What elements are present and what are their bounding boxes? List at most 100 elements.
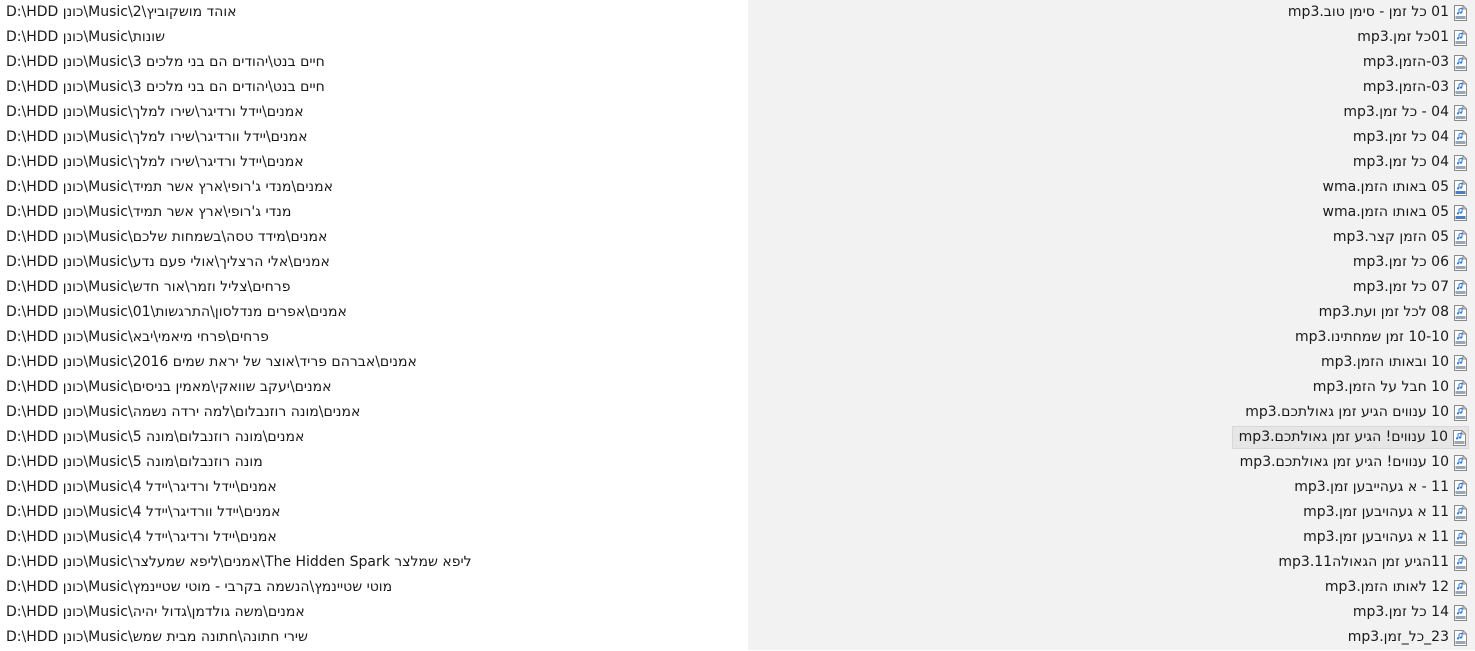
- path-cell: D:\HDD כונן\Music\אמנים\יידל ורדיגר\יידל…: [0, 525, 748, 550]
- result-row[interactable]: D:\HDD כונן\Music\אמנים\אלי הרצליך\אולי …: [0, 250, 1475, 275]
- result-row[interactable]: D:\HDD כונן\Music\אמנים\מידד טסה\בשמחות …: [0, 225, 1475, 250]
- name-cell-background: 10 ענווים! הגיע זמן גאולתכם.mp3: [748, 450, 1475, 475]
- file-name-cell[interactable]: 04 - כל זמן.mp3: [1337, 102, 1469, 123]
- file-name-cell[interactable]: 14 כל זמן.mp3: [1347, 602, 1469, 623]
- file-name-cell[interactable]: 23_כל_זמן.mp3: [1342, 627, 1469, 648]
- result-row[interactable]: D:\HDD כונן\Music\אמנים\ליפא שמעלצר\The …: [0, 550, 1475, 575]
- mp3-file-icon: [1454, 329, 1467, 346]
- file-name-cell[interactable]: 11הגיע זמן הגאולה11.mp3: [1272, 552, 1469, 573]
- file-name-cell[interactable]: 05 הזמן קצר.mp3: [1327, 227, 1469, 248]
- result-row[interactable]: D:\HDD כונן\Music\חיים בנט\יהודים הם בני…: [0, 75, 1475, 100]
- file-name-cell[interactable]: 10 ענווים! הגיע זמן גאולתכם.mp3: [1231, 426, 1469, 449]
- result-row[interactable]: D:\HDD כונן\Music\פרחים\צליל וזמר\אור חד…: [0, 275, 1475, 300]
- path-cell: D:\HDD כונן\Music\פרחים\פרחי מיאמי\יבא: [0, 325, 748, 350]
- name-cell-background: 10 חבל על הזמן.mp3: [748, 375, 1475, 400]
- result-row[interactable]: D:\HDD כונן\Music\אמנים\יידל ורדיגר\יידל…: [0, 475, 1475, 500]
- result-row[interactable]: D:\HDD כונן\Music\אמנים\מנדי ג'רופי\ארץ …: [0, 175, 1475, 200]
- file-path: D:\HDD כונן\Music\פרחים\צליל וזמר\אור חד…: [6, 279, 291, 295]
- file-name: 10 ענווים! הגיע זמן גאולתכם.mp3: [1238, 429, 1448, 445]
- name-cell-background: 05 באותו הזמן.wma: [748, 175, 1475, 200]
- file-name: 05 באותו הזמן.wma: [1322, 204, 1449, 220]
- result-row[interactable]: D:\HDD כונן\Music\אמנים\מונה רוזנבלום\למ…: [0, 400, 1475, 425]
- file-path: D:\HDD כונן\Music\אמנים\יידל וורדיגר\ייד…: [6, 504, 281, 520]
- result-row[interactable]: D:\HDD כונן\Music\אמנים\יעקב שוואקי\מאמי…: [0, 375, 1475, 400]
- file-name-cell[interactable]: 10 חבל על הזמן.mp3: [1307, 377, 1469, 398]
- file-name-cell[interactable]: 12 לאותו הזמן.mp3: [1319, 577, 1469, 598]
- result-row[interactable]: D:\HDD כונן\Music\אמנים\אפרים מנדלסון\הת…: [0, 300, 1475, 325]
- result-row[interactable]: D:\HDD כונן\Music\מונה רוזנבלום\מונה 5 10…: [0, 450, 1475, 475]
- path-cell: D:\HDD כונן\Music\אמנים\מנדי ג'רופי\ארץ …: [0, 175, 748, 200]
- mp3-file-icon: [1454, 229, 1467, 246]
- file-path: D:\HDD כונן\Music\אמנים\מונה רוזנבלום\מו…: [6, 429, 305, 445]
- file-name-cell[interactable]: 04 כל זמן.mp3: [1347, 152, 1469, 173]
- mp3-file-icon: [1454, 354, 1467, 371]
- path-cell: D:\HDD כונן\Music\אמנים\ליפא שמעלצר\The …: [0, 550, 748, 575]
- path-cell: D:\HDD כונן\Music\חיים בנט\יהודים הם בני…: [0, 75, 748, 100]
- result-row[interactable]: D:\HDD כונן\Music\אוהד מושקוביץ\2 01 כל ז…: [0, 0, 1475, 25]
- file-name-cell[interactable]: 06 כל זמן.mp3: [1347, 252, 1469, 273]
- result-row[interactable]: D:\HDD כונן\Music\אמנים\יידל ורדיגר\יידל…: [0, 525, 1475, 550]
- file-name-cell[interactable]: 04 כל זמן.mp3: [1347, 127, 1469, 148]
- name-cell-background: 08 לכל זמן ועת.mp3: [748, 300, 1475, 325]
- name-cell-background: 14 כל זמן.mp3: [748, 600, 1475, 625]
- path-cell: D:\HDD כונן\Music\אוהד מושקוביץ\2: [0, 0, 748, 25]
- file-name-cell[interactable]: 03-הזמן.mp3: [1357, 52, 1469, 73]
- name-cell-background: 10 ענווים! הגיע זמן גאולתכם.mp3: [748, 425, 1475, 450]
- name-cell-background: 01 כל זמן - סימן טוב.mp3: [748, 0, 1475, 25]
- name-cell-background: 11 א געהויבען זמן.mp3: [748, 525, 1475, 550]
- file-name-cell[interactable]: 08 לכל זמן ועת.mp3: [1313, 302, 1469, 323]
- file-name: 11 א געהויבען זמן.mp3: [1303, 504, 1449, 520]
- name-cell-background: 04 כל זמן.mp3: [748, 150, 1475, 175]
- file-name-cell[interactable]: 11 א געהויבען זמן.mp3: [1297, 527, 1469, 548]
- result-row[interactable]: D:\HDD כונן\Music\אמנים\יידל ורדיגר\שירו…: [0, 100, 1475, 125]
- file-name-cell[interactable]: 07 כל זמן.mp3: [1347, 277, 1469, 298]
- file-name-cell[interactable]: 10-10 זמן שמחתינו.mp3: [1289, 327, 1469, 348]
- file-name: 14 כל זמן.mp3: [1352, 604, 1449, 620]
- file-path: D:\HDD כונן\Music\מונה רוזנבלום\מונה 5: [6, 454, 263, 470]
- result-row[interactable]: D:\HDD כונן\Music\מוטי שטיינמץ\הנשמה בקר…: [0, 575, 1475, 600]
- file-name: 03-הזמן.mp3: [1362, 54, 1449, 70]
- name-cell-background: 10 ענווים הגיע זמן גאולתכם.mp3: [748, 400, 1475, 425]
- file-name-cell[interactable]: 05 באותו הזמן.wma: [1317, 202, 1469, 223]
- result-row[interactable]: D:\HDD כונן\Music\אמנים\יידל וורדיגר\ייד…: [0, 500, 1475, 525]
- result-row[interactable]: D:\HDD כונן\Music\אמנים\מונה רוזנבלום\מו…: [0, 425, 1475, 450]
- file-name-cell[interactable]: 10 ובאותו הזמן.mp3: [1315, 352, 1469, 373]
- file-name-cell[interactable]: 03-הזמן.mp3: [1357, 77, 1469, 98]
- file-name: 11 א געהויבען זמן.mp3: [1303, 529, 1449, 545]
- file-name: 01 כל זמן - סימן טוב.mp3: [1287, 4, 1449, 20]
- file-name-cell[interactable]: 10 ענווים! הגיע זמן גאולתכם.mp3: [1234, 452, 1469, 473]
- mp3-file-icon: [1454, 279, 1467, 296]
- file-name-cell[interactable]: 11 א געהויבען זמן.mp3: [1297, 502, 1469, 523]
- file-path: D:\HDD כונן\Music\שונות: [6, 29, 166, 45]
- file-name: 11הגיע זמן הגאולה11.mp3: [1278, 554, 1449, 570]
- file-path: D:\HDD כונן\Music\מוטי שטיינמץ\הנשמה בקר…: [6, 579, 393, 595]
- file-path: D:\HDD כונן\Music\אמנים\יידל ורדיגר\יידל…: [6, 529, 277, 545]
- mp3-file-icon: [1454, 54, 1467, 71]
- path-cell: D:\HDD כונן\Music\אמנים\יידל ורדיגר\שירו…: [0, 150, 748, 175]
- file-path: D:\HDD כונן\Music\פרחים\פרחי מיאמי\יבא: [6, 329, 269, 345]
- result-row[interactable]: D:\HDD כונן\Music\אמנים\אברהם פריד\אוצר …: [0, 350, 1475, 375]
- file-name: 05 באותו הזמן.wma: [1322, 179, 1449, 195]
- name-cell-background: 07 כל זמן.mp3: [748, 275, 1475, 300]
- result-row[interactable]: D:\HDD כונן\Music\שונות 01כל זמן.mp3: [0, 25, 1475, 50]
- file-name-cell[interactable]: 10 ענווים הגיע זמן גאולתכם.mp3: [1239, 402, 1469, 423]
- mp3-file-icon: [1454, 29, 1467, 46]
- result-row[interactable]: D:\HDD כונן\Music\אמנים\יידל וורדיגר\שיר…: [0, 125, 1475, 150]
- file-path: D:\HDD כונן\Music\חיים בנט\יהודים הם בני…: [6, 79, 325, 95]
- name-cell-background: 11 - א געהייבען זמן.mp3: [748, 475, 1475, 500]
- file-path: D:\HDD כונן\Music\אמנים\יידל ורדיגר\שירו…: [6, 104, 304, 120]
- file-name-cell[interactable]: 05 באותו הזמן.wma: [1317, 177, 1469, 198]
- file-name-cell[interactable]: 11 - א געהייבען זמן.mp3: [1288, 477, 1469, 498]
- file-name-cell[interactable]: 01כל זמן.mp3: [1351, 27, 1469, 48]
- result-row[interactable]: D:\HDD כונן\Music\אמנים\משה גולדמן\גדול …: [0, 600, 1475, 625]
- file-name: 04 כל זמן.mp3: [1352, 129, 1449, 145]
- result-row[interactable]: D:\HDD כונן\Music\שירי חתונה\חתונה מבית …: [0, 625, 1475, 650]
- file-name-cell[interactable]: 01 כל זמן - סימן טוב.mp3: [1282, 2, 1469, 23]
- result-row[interactable]: D:\HDD כונן\Music\מנדי ג'רופי\ארץ אשר תמ…: [0, 200, 1475, 225]
- result-row[interactable]: D:\HDD כונן\Music\פרחים\פרחי מיאמי\יבא 10…: [0, 325, 1475, 350]
- path-cell: D:\HDD כונן\Music\אמנים\מונה רוזנבלום\למ…: [0, 400, 748, 425]
- file-name: 11 - א געהייבען זמן.mp3: [1294, 479, 1449, 495]
- name-cell-background: 10 ובאותו הזמן.mp3: [748, 350, 1475, 375]
- result-row[interactable]: D:\HDD כונן\Music\חיים בנט\יהודים הם בני…: [0, 50, 1475, 75]
- result-row[interactable]: D:\HDD כונן\Music\אמנים\יידל ורדיגר\שירו…: [0, 150, 1475, 175]
